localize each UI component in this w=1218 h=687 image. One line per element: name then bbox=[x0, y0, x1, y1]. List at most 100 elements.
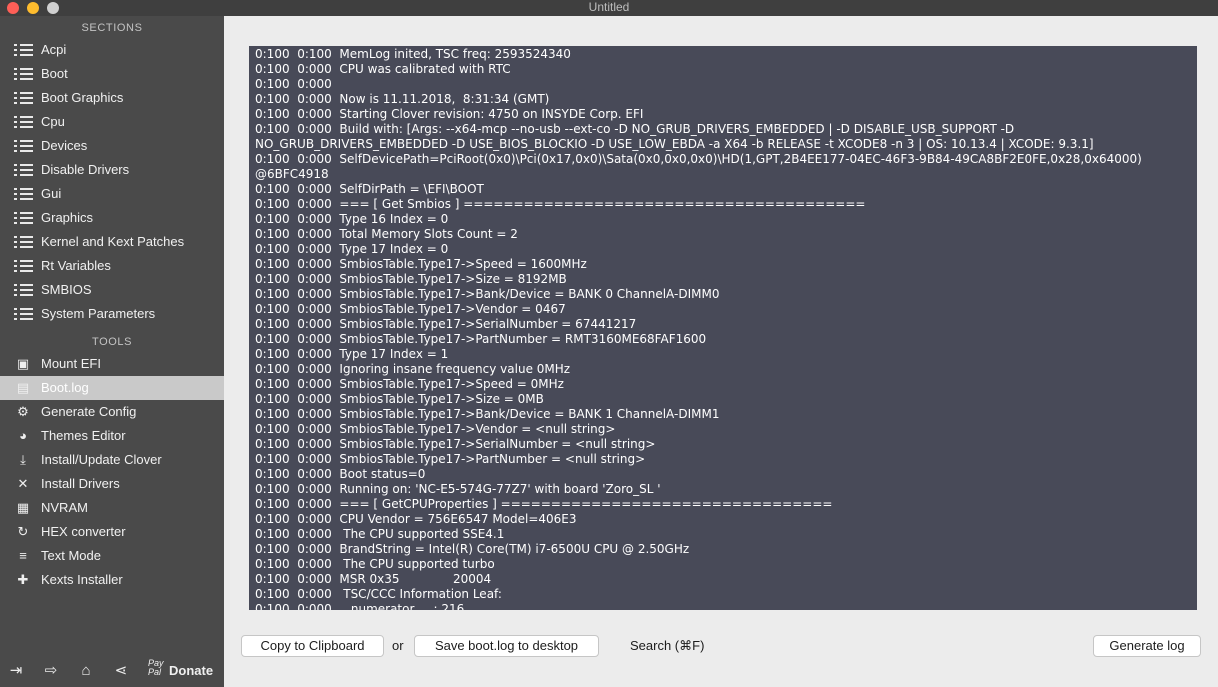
sidebar-item-label: Gui bbox=[41, 186, 62, 201]
log-line: 0:100 0:000 SmbiosTable.Type17->Speed = … bbox=[255, 377, 564, 391]
sidebar-item-gui[interactable]: Gui bbox=[0, 182, 224, 206]
log-line: 0:100 0:000 Build with: [Args: --x64-mcp… bbox=[255, 122, 1015, 136]
sidebar-item-install-update-clover[interactable]: ⤓ Install/Update Clover bbox=[0, 448, 224, 472]
log-line: 0:100 0:000 === [ GetCPUProperties ] ===… bbox=[255, 497, 833, 511]
sidebar-item-text-mode[interactable]: ≡ Text Mode bbox=[0, 544, 224, 568]
list-icon bbox=[14, 164, 34, 177]
sidebar-item-label: Graphics bbox=[41, 210, 94, 225]
log-line: 0:100 0:000 TSC/CCC Information Leaf: bbox=[255, 587, 502, 601]
minimize-window-button[interactable] bbox=[27, 2, 39, 14]
sidebar-item-nvram[interactable]: ▦ NVRAM bbox=[0, 496, 224, 520]
log-line: 0:100 0:000 Type 17 Index = 0 bbox=[255, 242, 449, 256]
sidebar-item-rt-variables[interactable]: Rt Variables bbox=[0, 254, 224, 278]
sidebar-item-boot-log[interactable]: ▤ Boot.log bbox=[0, 376, 224, 400]
search-label[interactable]: Search (⌘F) bbox=[630, 636, 704, 656]
list-icon bbox=[14, 260, 34, 273]
list-icon bbox=[14, 140, 34, 153]
list-icon bbox=[14, 212, 34, 225]
list-icon bbox=[14, 92, 34, 105]
sidebar-item-label: Install Drivers bbox=[41, 476, 120, 491]
sidebar-item-label: Themes Editor bbox=[41, 428, 126, 443]
copy-to-clipboard-button[interactable]: Copy to Clipboard bbox=[241, 635, 384, 657]
log-line: 0:100 0:000 === [ Get Smbios ] =========… bbox=[255, 197, 866, 211]
log-line: 0:100 0:000 MSR 0x35 20004 bbox=[255, 572, 492, 586]
boot-log-view[interactable]: 0:100 0:100 MemLog inited, TSC freq: 259… bbox=[249, 46, 1197, 610]
sidebar-item-disable-drivers[interactable]: Disable Drivers bbox=[0, 158, 224, 182]
sidebar-item-install-drivers[interactable]: ✕ Install Drivers bbox=[0, 472, 224, 496]
sidebar-item-acpi[interactable]: Acpi bbox=[0, 38, 224, 62]
sidebar-item-label: Mount EFI bbox=[41, 356, 101, 371]
log-line: 0:100 0:000 The CPU supported turbo bbox=[255, 557, 495, 571]
list-icon bbox=[14, 236, 34, 249]
log-line: 0:100 0:000 Starting Clover revision: 47… bbox=[255, 107, 644, 121]
sidebar-item-system-parameters[interactable]: System Parameters bbox=[0, 302, 224, 326]
log-line: @6BFC4918 bbox=[255, 167, 329, 181]
sidebar-item-smbios[interactable]: SMBIOS bbox=[0, 278, 224, 302]
log-line: 0:100 0:000 SmbiosTable.Type17->Speed = … bbox=[255, 257, 587, 271]
list-icon bbox=[14, 188, 34, 201]
main-panel: 0:100 0:100 MemLog inited, TSC freq: 259… bbox=[224, 16, 1218, 687]
log-line: 0:100 0:000 SelfDirPath = \EFI\BOOT bbox=[255, 182, 484, 196]
refresh-icon: ↻ bbox=[17, 524, 29, 539]
log-line: 0:100 0:000 CPU was calibrated with RTC bbox=[255, 62, 511, 76]
import-icon[interactable]: ⇥ bbox=[7, 662, 25, 680]
sidebar-item-devices[interactable]: Devices bbox=[0, 134, 224, 158]
gears-icon: ⚙ bbox=[17, 404, 29, 419]
export-icon[interactable]: ⇨ bbox=[42, 662, 60, 680]
tools-icon: ✕ bbox=[17, 476, 29, 491]
donate-button[interactable]: Pay Pal Donate bbox=[148, 659, 218, 683]
sidebar-item-kernel-and-kext-patches[interactable]: Kernel and Kext Patches bbox=[0, 230, 224, 254]
sidebar-item-label: Generate Config bbox=[41, 404, 137, 419]
sidebar-item-label: Disable Drivers bbox=[41, 162, 130, 177]
log-line: 0:100 0:000 SmbiosTable.Type17->SerialNu… bbox=[255, 437, 656, 451]
sidebar-item-cpu[interactable]: Cpu bbox=[0, 110, 224, 134]
home-icon[interactable]: ⌂ bbox=[77, 662, 95, 680]
log-line: 0:100 0:000 The CPU supported SSE4.1 bbox=[255, 527, 505, 541]
sidebar-item-generate-config[interactable]: ⚙ Generate Config bbox=[0, 400, 224, 424]
share-icon[interactable]: ⋖ bbox=[112, 662, 130, 680]
log-line: 0:100 0:000 CPU Vendor = 756E6547 Model=… bbox=[255, 512, 577, 526]
generate-log-button[interactable]: Generate log bbox=[1093, 635, 1201, 657]
log-line: 0:100 0:000 BrandString = Intel(R) Core(… bbox=[255, 542, 690, 556]
sidebar-item-kexts-installer[interactable]: ✚ Kexts Installer bbox=[0, 568, 224, 592]
sidebar-bottom-bar: ⇥ ⇨ ⌂ ⋖ Pay Pal Donate bbox=[0, 653, 224, 687]
sidebar-item-label: Install/Update Clover bbox=[41, 452, 162, 467]
list-icon bbox=[14, 308, 34, 321]
log-line: 0:100 0:000 Now is 11.11.2018, 8:31:34 (… bbox=[255, 92, 550, 106]
sidebar-item-boot-graphics[interactable]: Boot Graphics bbox=[0, 86, 224, 110]
list-icon bbox=[14, 68, 34, 81]
log-line: 0:100 0:000 Ignoring insane frequency va… bbox=[255, 362, 571, 376]
log-line: 0:100 0:000 numerator : 216 bbox=[255, 602, 465, 610]
log-line: 0:100 0:000 Running on: 'NC-E5-574G-77Z7… bbox=[255, 482, 661, 496]
donate-label: Donate bbox=[169, 663, 214, 678]
palette-icon: ◕ bbox=[19, 428, 27, 443]
sidebar-item-mount-efi[interactable]: ▣ Mount EFI bbox=[0, 352, 224, 376]
list-icon bbox=[14, 284, 34, 297]
list-icon bbox=[14, 44, 34, 57]
window-titlebar: Untitled bbox=[0, 0, 1218, 16]
log-line: 0:100 0:000 Type 16 Index = 0 bbox=[255, 212, 449, 226]
sidebar-item-themes-editor[interactable]: ◕ Themes Editor bbox=[0, 424, 224, 448]
maximize-window-button[interactable] bbox=[47, 2, 59, 14]
sidebar-item-label: Boot bbox=[41, 66, 68, 81]
sidebar-item-graphics[interactable]: Graphics bbox=[0, 206, 224, 230]
text-icon: ≡ bbox=[19, 548, 27, 563]
sidebar-item-label: Kexts Installer bbox=[41, 572, 123, 587]
download-icon: ⤓ bbox=[20, 452, 26, 467]
sidebar-item-label: Rt Variables bbox=[41, 258, 111, 273]
tools-header: TOOLS bbox=[91, 336, 133, 348]
log-line: 0:100 0:000 SmbiosTable.Type17->Bank/Dev… bbox=[255, 287, 720, 301]
sidebar-item-label: SMBIOS bbox=[41, 282, 92, 297]
sections-header: SECTIONS bbox=[81, 22, 143, 34]
sidebar-item-hex-converter[interactable]: ↻ HEX converter bbox=[0, 520, 224, 544]
sidebar-item-label: Acpi bbox=[41, 42, 67, 57]
boot-log-text: 0:100 0:100 MemLog inited, TSC freq: 259… bbox=[255, 47, 1191, 610]
sidebar-item-boot[interactable]: Boot bbox=[0, 62, 224, 86]
sidebar-item-label: Devices bbox=[41, 138, 88, 153]
sidebar-item-label: HEX converter bbox=[41, 524, 126, 539]
close-window-button[interactable] bbox=[7, 2, 19, 14]
log-line: 0:100 0:000 SmbiosTable.Type17->Vendor =… bbox=[255, 302, 566, 316]
save-boot-log-button[interactable]: Save boot.log to desktop bbox=[414, 635, 599, 657]
sidebar-item-label: Cpu bbox=[41, 114, 65, 129]
log-line: 0:100 0:100 MemLog inited, TSC freq: 259… bbox=[255, 47, 571, 61]
